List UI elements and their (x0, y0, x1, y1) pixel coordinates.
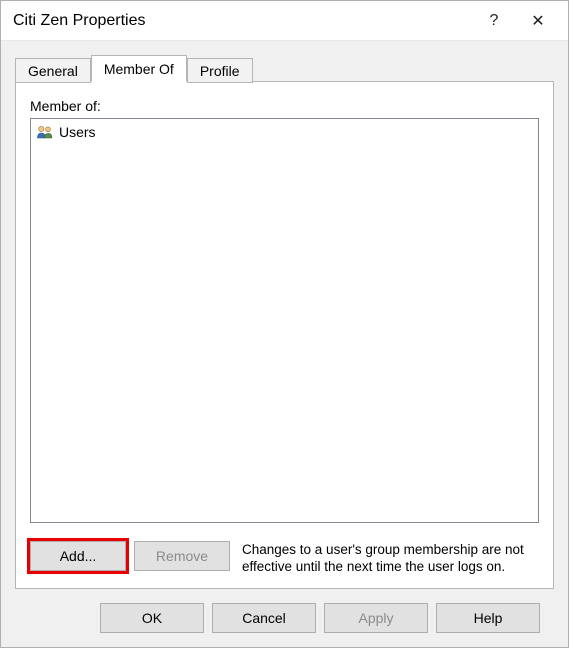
dialog-footer: OK Cancel Apply Help (15, 589, 554, 647)
member-of-listbox[interactable]: Users (30, 118, 539, 523)
users-group-icon (35, 123, 55, 141)
titlebar: Citi Zen Properties ? ✕ (1, 1, 568, 41)
member-of-label: Member of: (30, 98, 539, 114)
list-item[interactable]: Users (31, 121, 538, 143)
tabstrip: General Member Of Profile (15, 55, 554, 82)
properties-dialog: Citi Zen Properties ? ✕ General Member O… (0, 0, 569, 648)
membership-info-text: Changes to a user's group membership are… (230, 541, 539, 576)
tab-profile[interactable]: Profile (187, 58, 253, 83)
help-button-footer[interactable]: Help (436, 603, 540, 633)
tab-general[interactable]: General (15, 58, 91, 83)
ok-button[interactable]: OK (100, 603, 204, 633)
tab-panel-member-of: Member of: Users Add.. (15, 81, 554, 589)
panel-button-row: Add... Remove (30, 541, 230, 571)
help-button[interactable]: ? (472, 1, 516, 41)
tab-member-of[interactable]: Member Of (91, 55, 187, 82)
remove-button[interactable]: Remove (134, 541, 230, 571)
cancel-button[interactable]: Cancel (212, 603, 316, 633)
window-title: Citi Zen Properties (13, 12, 472, 30)
client-area: General Member Of Profile Member of: (1, 41, 568, 647)
list-item-label: Users (59, 124, 96, 140)
panel-lower-row: Add... Remove Changes to a user's group … (30, 541, 539, 576)
add-button[interactable]: Add... (30, 541, 126, 571)
close-button[interactable]: ✕ (516, 1, 560, 41)
apply-button[interactable]: Apply (324, 603, 428, 633)
